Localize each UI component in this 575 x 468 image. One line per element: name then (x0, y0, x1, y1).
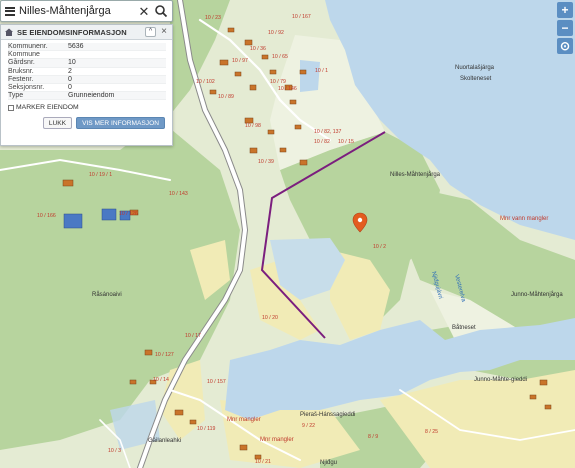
table-row: Seksjonsnr. 0 (8, 83, 166, 93)
parcel-label: 10 / 89 (218, 94, 234, 100)
place-label: Mnr vann mangler (500, 216, 548, 222)
parcel-label: 10 / 102 (196, 79, 215, 85)
place-label: Båtneset (452, 324, 476, 331)
place-label: Skolteneset (460, 76, 492, 82)
parcel-label: 10 / 127 (155, 352, 174, 358)
place-label: Pieraš-Hánssagieddi (300, 412, 355, 418)
parcel-label: 10 / 166 (37, 213, 56, 219)
mark-property-label: MARKER EIENDOM (16, 104, 79, 112)
parcel-label: 10 / 2 (373, 244, 386, 250)
locate-me-button[interactable]: ⊙ (557, 38, 573, 54)
search-input[interactable]: Nilles-Måhtenjårga (19, 5, 134, 17)
mark-property-checkbox[interactable] (8, 104, 14, 111)
row-label: Type (8, 92, 24, 100)
table-row: Bruksnr. 2 (8, 68, 166, 76)
show-more-info-button[interactable]: VIS MER INFORMASJON (76, 117, 165, 130)
parcel-label: 10 / 79 (270, 79, 286, 85)
place-label: Nuortalašjárga (455, 65, 495, 71)
place-label: Junno-Måhte-gieddi (474, 376, 527, 383)
collapse-button[interactable]: ^ (145, 27, 156, 37)
parcel-label: 10 / 157 (207, 379, 226, 385)
place-label: Nilles-Måhtenjårga (390, 171, 441, 178)
panel-actions: LUKK VIS MER INFORMASJON (1, 111, 172, 130)
row-value: Grunneiendom (68, 92, 115, 100)
parcel-label: 10 / 23 (205, 15, 221, 21)
parcel-label: 10 / 36 (250, 46, 266, 52)
property-table: Kommunenr. 5636 Kommune Gårdsnr. 10 Bruksn… (1, 40, 172, 101)
place-label: Mnr mangler (227, 417, 261, 423)
parcel-label: 10 / 126 (119, 211, 138, 217)
parcel-label: 10 / 92 (268, 30, 284, 36)
close-button[interactable]: LUKK (42, 117, 73, 130)
row-value: 0 (68, 75, 72, 83)
row-value: 5636 (68, 43, 84, 50)
place-label: Råsánoaivi (92, 291, 122, 298)
place-label: Junno-Måhtenjårga (511, 291, 563, 298)
parcel-label: 10 / 82, 137 (314, 129, 342, 135)
parcel-label: 10 / 19 / 1 (89, 172, 112, 178)
parcel-label: 10 / 119 (197, 426, 215, 432)
search-icon[interactable] (154, 4, 168, 18)
row-value: 0 (68, 83, 72, 91)
row-label: Bruksnr. (8, 67, 34, 75)
place-label: Njiđgu (320, 460, 337, 466)
close-icon[interactable]: ✕ (138, 5, 150, 18)
zoom-out-button[interactable]: − (557, 20, 573, 36)
table-row: Type Grunneiendom (8, 92, 166, 101)
parcel-label: 10 / 146 (278, 86, 297, 92)
row-value: 2 (68, 67, 72, 75)
parcel-label: 10 / 3 (108, 448, 121, 454)
home-icon (5, 28, 13, 36)
table-row: Kommunenr. 5636 (8, 43, 166, 52)
mark-property-option[interactable]: MARKER EIENDOM (1, 100, 172, 111)
parcel-label: 10 / 21 (255, 459, 271, 465)
panel-title: SE EIENDOMSINFORMASJON (17, 27, 127, 37)
parcel-label: 10 / 15 (338, 139, 354, 145)
property-info-panel: SE EIENDOMSINFORMASJON ^ × Kommunenr. 563… (0, 24, 173, 146)
parcel-label: 8 / 9 (368, 434, 378, 440)
search-bar: Nilles-Måhtenjårga ✕ (0, 0, 173, 22)
place-label: Mnr mangler (260, 437, 294, 443)
menu-icon[interactable] (5, 6, 15, 16)
row-label: Seksjonsnr. (8, 83, 45, 91)
parcel-label: 10 / 98 (245, 123, 261, 129)
parcel-label: 10 / 167 (292, 14, 311, 20)
row-label: Kommune (8, 51, 40, 59)
parcel-label: 10 / 143 (169, 191, 188, 197)
parcel-label: 10 / 1 (315, 68, 328, 74)
row-label: Gårdsnr. (8, 59, 35, 67)
place-label: Gáilanleahki (148, 438, 181, 444)
row-label: Kommunenr. (8, 43, 48, 50)
table-row: Festenr. 0 (8, 75, 166, 84)
parcel-label: 10 / 14 (153, 377, 169, 383)
parcel-label: 10 / 97 (232, 58, 248, 64)
parcel-label: 10 / 20 (262, 315, 278, 321)
row-value: 10 (68, 59, 76, 67)
parcel-label: 10 / 65 (272, 54, 288, 60)
parcel-label: 9 / 22 (302, 423, 315, 429)
parcel-label: 10 / 82 (314, 139, 330, 145)
parcel-label: 10 / 39 (258, 159, 274, 165)
table-row: Gårdsnr. 10 (8, 59, 166, 68)
panel-close-icon[interactable]: × (159, 27, 169, 37)
zoom-in-button[interactable]: + (557, 2, 573, 18)
row-value (68, 51, 166, 58)
parcel-label: 10 / 17 (185, 333, 201, 339)
parcel-label: 8 / 25 (425, 429, 438, 435)
panel-header: SE EIENDOMSINFORMASJON ^ × (1, 25, 172, 40)
row-label: Festenr. (8, 75, 34, 83)
